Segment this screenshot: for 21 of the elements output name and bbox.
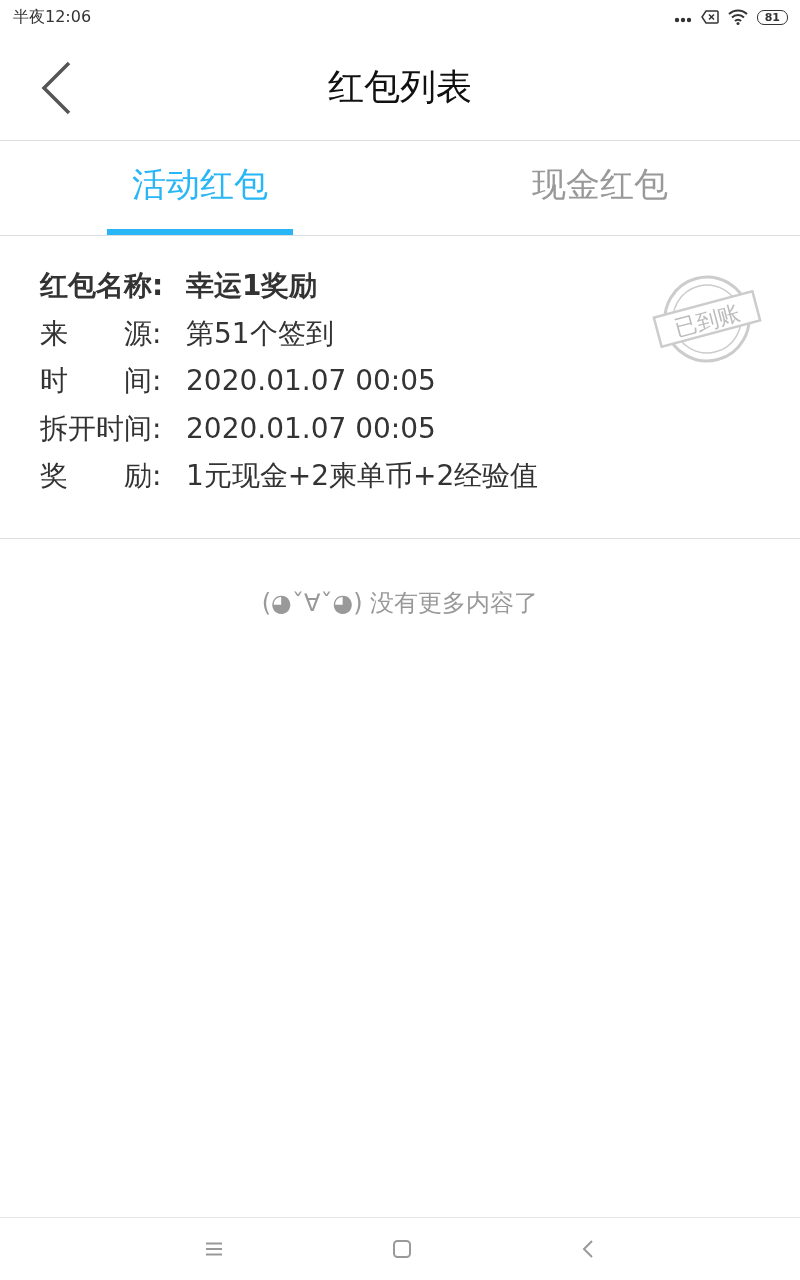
- menu-button[interactable]: [203, 1240, 224, 1258]
- field-value: 2020.01.07 00:05: [186, 363, 436, 399]
- clock-time: 半夜12:06: [13, 6, 92, 28]
- received-stamp: 已到账: [652, 274, 762, 364]
- field-label: 红包名称:: [40, 268, 165, 304]
- field-value: 2020.01.07 00:05: [186, 410, 436, 447]
- field-label: 拆开时间:: [40, 410, 163, 447]
- tab[interactable]: 现金红包: [507, 141, 693, 235]
- end-of-list-message: (◕ˇ∀ˇ◕) 没有更多内容了: [260, 587, 540, 619]
- field-value: 1元现金+2柬单币+2经验值: [186, 458, 539, 494]
- field-label: 时 间:: [40, 363, 163, 399]
- more-dots-icon: [673, 17, 692, 23]
- field-value: 第51个签到: [186, 315, 334, 352]
- tab[interactable]: 活动红包: [107, 141, 293, 235]
- battery-level: 81: [756, 9, 788, 25]
- home-button[interactable]: [391, 1238, 413, 1260]
- page-title: 红包列表: [328, 64, 472, 109]
- field-label: 奖 励:: [40, 458, 163, 494]
- field-label: 来 源:: [40, 315, 163, 352]
- wifi-icon: [727, 9, 748, 25]
- field-value: 幸运1奖励: [186, 268, 318, 304]
